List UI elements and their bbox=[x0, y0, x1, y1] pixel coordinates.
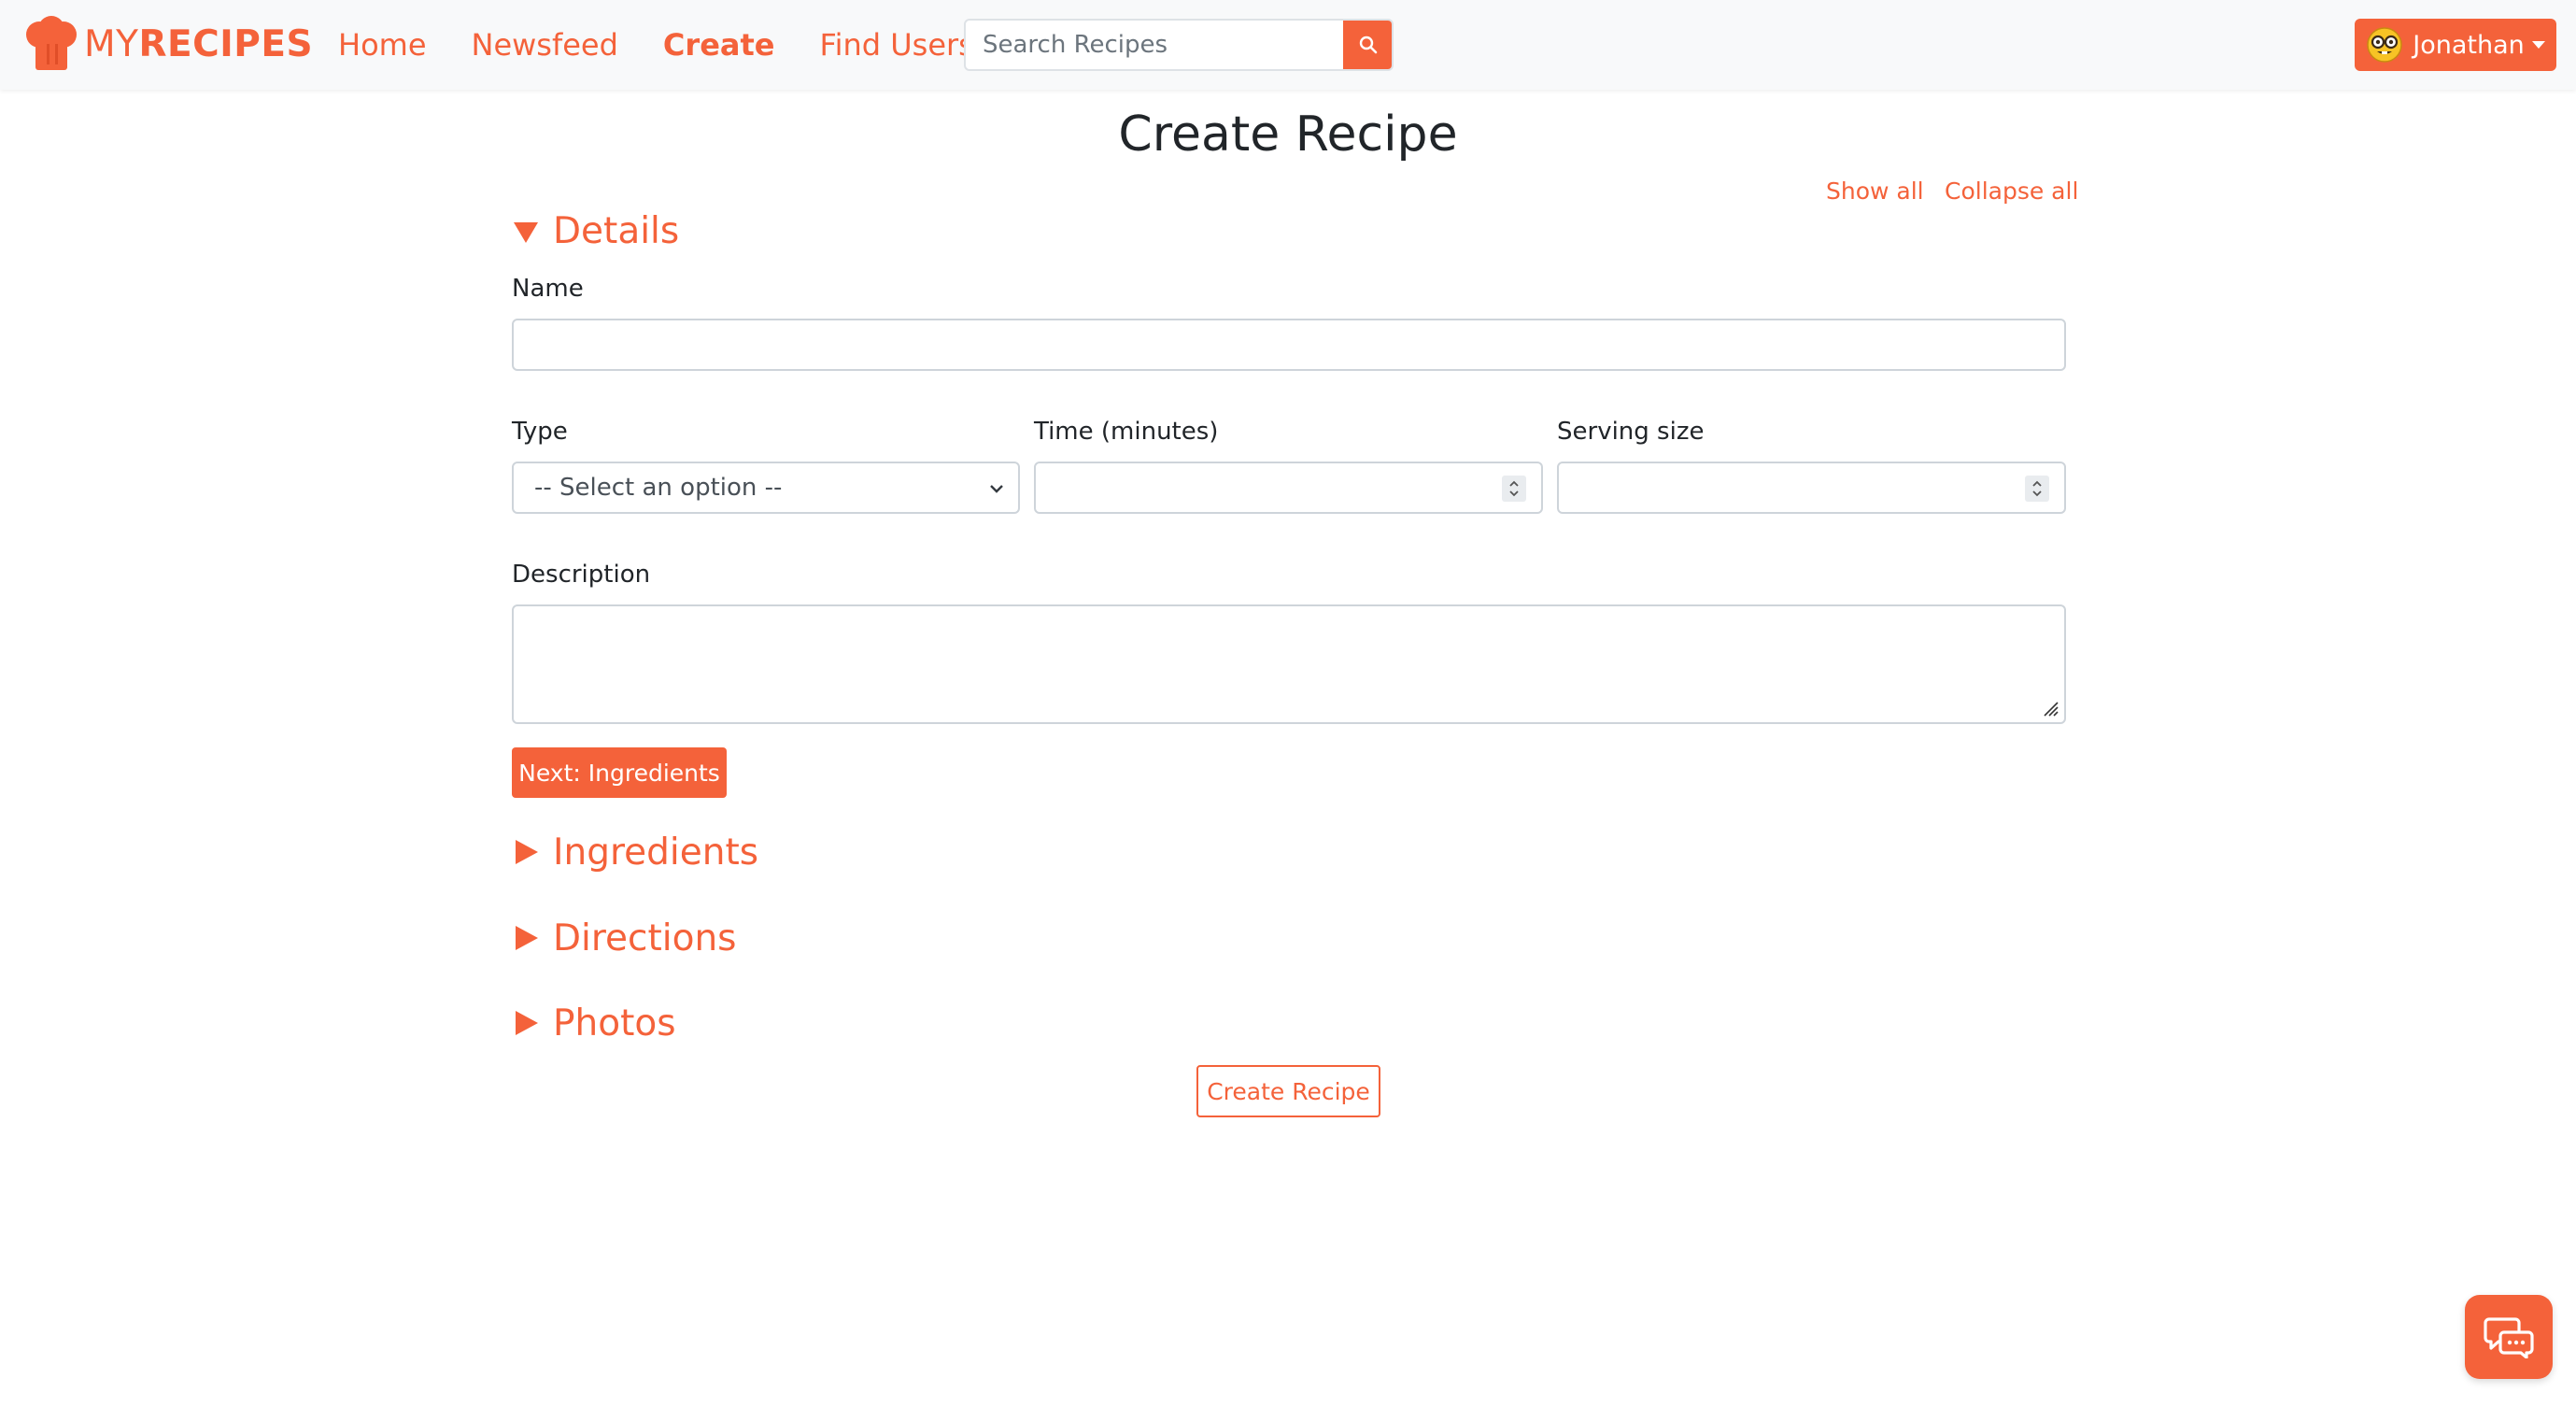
section-photos-toggle[interactable]: Photos bbox=[512, 1001, 676, 1045]
nav-home-link[interactable]: Home bbox=[338, 27, 427, 63]
show-all-link[interactable]: Show all bbox=[1826, 178, 1924, 205]
serving-size-field[interactable] bbox=[1557, 462, 2066, 514]
type-select[interactable]: -- Select an option -- bbox=[512, 462, 1020, 514]
chat-bubbles-icon bbox=[2484, 1317, 2534, 1358]
search-input[interactable] bbox=[966, 21, 1343, 69]
resize-handle-icon[interactable] bbox=[2042, 700, 2059, 717]
type-selected-value: -- Select an option -- bbox=[534, 474, 783, 502]
avatar bbox=[2367, 27, 2402, 63]
nav-create-link[interactable]: Create bbox=[663, 27, 775, 63]
section-details-label: Details bbox=[553, 209, 680, 252]
brand-logo[interactable]: MYRECIPES bbox=[22, 15, 313, 73]
triangle-right-icon bbox=[516, 1011, 538, 1035]
nav-newsfeed-link[interactable]: Newsfeed bbox=[472, 27, 618, 63]
stepper-arrows-icon bbox=[1509, 480, 1519, 497]
collapse-all-link[interactable]: Collapse all bbox=[1945, 178, 2078, 205]
time-stepper[interactable] bbox=[1502, 476, 1526, 502]
section-photos-label: Photos bbox=[553, 1002, 676, 1045]
triangle-down-icon bbox=[514, 222, 538, 243]
brand-name-bold: RECIPES bbox=[138, 22, 314, 65]
page-title: Create Recipe bbox=[1118, 107, 1458, 163]
serving-size-label: Serving size bbox=[1557, 418, 1705, 446]
section-ingredients-label: Ingredients bbox=[553, 831, 759, 874]
stepper-arrows-icon bbox=[2032, 480, 2042, 497]
name-field[interactable] bbox=[512, 319, 2066, 371]
search-icon bbox=[1359, 36, 1378, 54]
type-label: Type bbox=[512, 418, 568, 446]
nav-links: Home Newsfeed Create Find Users bbox=[338, 0, 974, 90]
chat-widget-button[interactable] bbox=[2465, 1295, 2553, 1379]
brand-name-light: MY bbox=[84, 22, 139, 65]
search-bar bbox=[964, 19, 1394, 71]
section-ingredients-toggle[interactable]: Ingredients bbox=[512, 830, 758, 874]
nav-find-users-link[interactable]: Find Users bbox=[819, 27, 973, 63]
description-textarea[interactable] bbox=[512, 604, 2066, 724]
search-button[interactable] bbox=[1343, 21, 1392, 69]
description-label: Description bbox=[512, 561, 651, 589]
caret-down-icon bbox=[2531, 41, 2545, 49]
section-directions-toggle[interactable]: Directions bbox=[512, 916, 737, 960]
create-recipe-button[interactable]: Create Recipe bbox=[1196, 1065, 1380, 1117]
triangle-right-icon bbox=[516, 840, 538, 864]
user-menu-button[interactable]: Jonathan bbox=[2355, 19, 2556, 71]
triangle-right-icon bbox=[516, 926, 538, 950]
next-ingredients-button[interactable]: Next: Ingredients bbox=[512, 747, 727, 798]
time-label: Time (minutes) bbox=[1034, 418, 1219, 446]
section-directions-label: Directions bbox=[553, 917, 737, 959]
section-details-toggle[interactable]: Details bbox=[512, 208, 679, 253]
name-label: Name bbox=[512, 275, 584, 303]
top-navbar: MYRECIPES Home Newsfeed Create Find User… bbox=[0, 0, 2576, 90]
time-minutes-field[interactable] bbox=[1034, 462, 1543, 514]
user-name: Jonathan bbox=[2413, 30, 2525, 60]
serving-stepper[interactable] bbox=[2025, 476, 2049, 502]
chef-hat-icon bbox=[26, 16, 77, 70]
brand-name: MYRECIPES bbox=[84, 26, 313, 63]
chevron-down-icon bbox=[990, 485, 1003, 493]
